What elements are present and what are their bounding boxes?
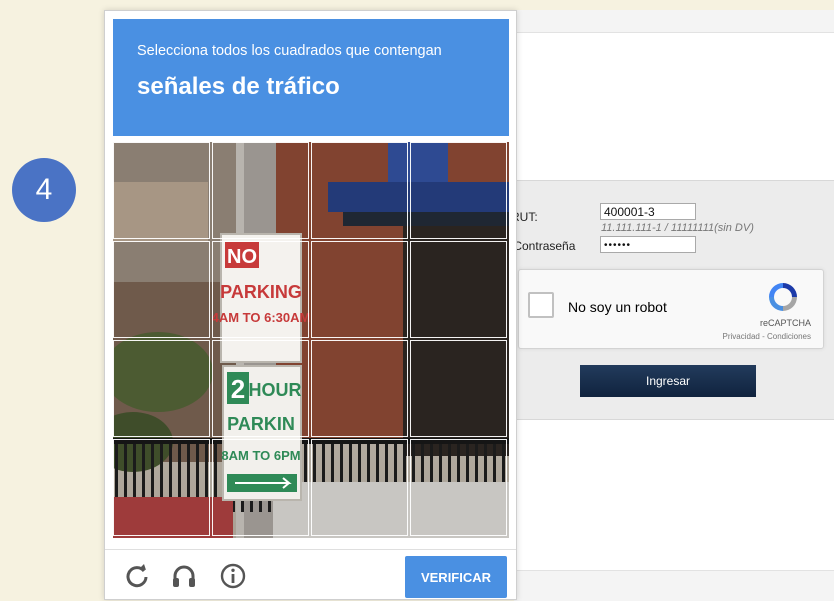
recaptcha-label: No soy un robot [568,299,667,315]
page-top-bar [514,10,834,33]
grid-tile[interactable] [113,439,210,536]
grid-tile[interactable] [113,142,210,239]
challenge-footer: VERIFICAR [105,549,516,601]
grid-tile[interactable] [212,439,309,536]
grid-tile[interactable] [410,439,507,536]
grid-tile[interactable] [113,340,210,437]
challenge-image-grid: NO PARKING 4AM TO 6:30AM 2 HOUR PARKIN 8… [113,142,509,538]
grid-tile[interactable] [311,241,408,338]
grid-tile[interactable] [311,439,408,536]
recaptcha-logo-icon [769,283,797,311]
grid-tile[interactable] [212,241,309,338]
grid-tile[interactable] [410,142,507,239]
grid-tile[interactable] [410,241,507,338]
recaptcha-checkbox[interactable] [528,292,554,318]
grid-tile[interactable] [410,340,507,437]
challenge-header: Selecciona todos los cuadrados que conte… [113,19,509,136]
password-input[interactable]: •••••• [600,236,696,253]
password-label: Contraseña: [510,239,576,253]
headphones-icon[interactable] [170,562,198,590]
rut-hint: 11.111.111-1 / 11111111(sin DV) [601,222,754,234]
reload-icon[interactable] [123,562,151,590]
grid-tile[interactable] [113,241,210,338]
recaptcha-links[interactable]: Privacidad - Condiciones [723,332,812,341]
info-icon[interactable] [219,562,247,590]
background-page: RUT: 400001-3 11.111.111-1 / 11111111(si… [510,10,834,601]
recaptcha-brand: reCAPTCHA [759,318,811,328]
grid-tile[interactable] [311,142,408,239]
challenge-instruction: Selecciona todos los cuadrados que conte… [137,43,442,59]
grid-tile[interactable] [212,142,309,239]
rut-input[interactable]: 400001-3 [600,203,696,220]
grid-tile[interactable] [212,340,309,437]
challenge-target: señales de tráfico [137,73,340,100]
grid-tile[interactable] [311,340,408,437]
page-bottom-bar [514,570,834,601]
step-number-badge: 4 [12,158,76,222]
ingresar-button[interactable]: Ingresar [580,365,756,397]
rut-label: RUT: [511,210,538,224]
recaptcha-challenge-dialog: Selecciona todos los cuadrados que conte… [104,10,517,600]
verify-button[interactable]: VERIFICAR [405,556,507,598]
recaptcha-widget: No soy un robot reCAPTCHA Privacidad - C… [518,269,824,349]
